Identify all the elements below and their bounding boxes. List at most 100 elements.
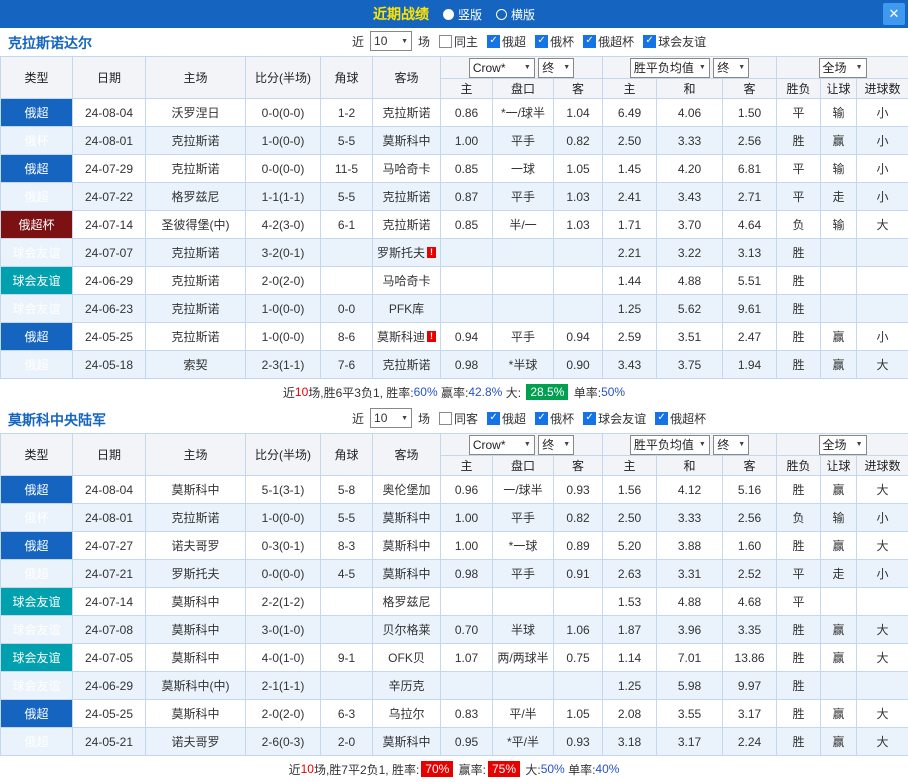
league-checkbox-3[interactable]: ✓ 俄超杯 bbox=[655, 410, 706, 427]
games-label: 场 bbox=[418, 410, 430, 427]
same-venue-checkbox[interactable]: 同主 bbox=[439, 33, 478, 50]
corner-score: 2-0 bbox=[321, 728, 373, 756]
scope-select[interactable]: 全场 ▼ bbox=[819, 435, 867, 455]
col-handicap: 盘口 bbox=[493, 456, 554, 476]
match-score: 1-0(0-0) bbox=[246, 127, 321, 155]
corner-score bbox=[321, 239, 373, 267]
euro-away-odds: 2.24 bbox=[723, 728, 777, 756]
asia-home-odds: 0.85 bbox=[441, 211, 493, 239]
asia-away-odds bbox=[554, 672, 603, 700]
layout-radio-horizontal[interactable]: 横版 bbox=[496, 6, 535, 23]
handicap-result-cell: 输 bbox=[821, 155, 857, 183]
asia-away-odds: 0.93 bbox=[554, 728, 603, 756]
league-checkbox-0[interactable]: ✓ 俄超 bbox=[487, 410, 526, 427]
match-count-select[interactable]: 10 ▼ bbox=[370, 408, 412, 428]
same-venue-checkbox[interactable]: 同客 bbox=[439, 410, 478, 427]
odds-company-select[interactable]: Crow* ▼ bbox=[469, 435, 535, 455]
euro-home-odds: 1.53 bbox=[603, 588, 657, 616]
euro-home-odds: 2.21 bbox=[603, 239, 657, 267]
team-section-cska: 莫斯科中央陆军 近 10 ▼ 场 同客 ✓ 俄超 ✓ 俄杯 ✓ 球会友谊 bbox=[0, 405, 908, 782]
home-team: 莫斯科中(中) bbox=[146, 672, 246, 700]
goals-result-cell: 大 bbox=[857, 532, 908, 560]
away-team: 马哈奇卡 bbox=[373, 267, 441, 295]
asia-time-select[interactable]: 终 ▼ bbox=[538, 58, 574, 78]
result-cell: 平 bbox=[777, 183, 821, 211]
match-score: 1-1(1-1) bbox=[246, 183, 321, 211]
col-type: 类型 bbox=[1, 57, 73, 99]
match-date: 24-08-04 bbox=[73, 99, 146, 127]
col-score: 比分(半场) bbox=[246, 57, 321, 99]
match-count-select[interactable]: 10 ▼ bbox=[370, 31, 412, 51]
team-name: 克拉斯诺达尔 bbox=[8, 33, 92, 53]
goals-result-cell: 大 bbox=[857, 616, 908, 644]
result-header: 全场 ▼ bbox=[777, 57, 908, 79]
close-button[interactable]: ✕ bbox=[883, 3, 905, 25]
league-checkbox-0[interactable]: ✓ 俄超 bbox=[487, 33, 526, 50]
col-score: 比分(半场) bbox=[246, 434, 321, 476]
col-euro-away: 客 bbox=[723, 79, 777, 99]
euro-avg-select[interactable]: 胜平负均值 ▼ bbox=[630, 435, 710, 455]
asia-home-odds bbox=[441, 588, 493, 616]
league-checkbox-2[interactable]: ✓ 球会友谊 bbox=[583, 410, 646, 427]
league-type-badge: 俄超 bbox=[1, 351, 73, 379]
home-team: 克拉斯诺 bbox=[146, 323, 246, 351]
match-row: 俄超24-07-29克拉斯诺0-0(0-0)11-5马哈奇卡0.85一球1.05… bbox=[1, 155, 908, 183]
asia-home-odds: 0.83 bbox=[441, 700, 493, 728]
euro-away-odds: 5.16 bbox=[723, 476, 777, 504]
match-row: 球会友谊24-06-29克拉斯诺2-0(2-0)马哈奇卡1.444.885.51… bbox=[1, 267, 908, 295]
match-score: 5-1(3-1) bbox=[246, 476, 321, 504]
euro-time-select[interactable]: 终 ▼ bbox=[713, 58, 749, 78]
league-checkbox-2[interactable]: ✓ 俄超杯 bbox=[583, 33, 634, 50]
handicap-result-cell: 走 bbox=[821, 560, 857, 588]
euro-draw-odds: 3.31 bbox=[657, 560, 723, 588]
match-row: 球会友谊24-07-07克拉斯诺3-2(0-1)罗斯托夫!2.213.223.1… bbox=[1, 239, 908, 267]
match-row: 球会友谊24-07-05莫斯科中4-0(1-0)9-1OFK贝1.07两/两球半… bbox=[1, 644, 908, 672]
euro-draw-odds: 4.06 bbox=[657, 99, 723, 127]
asia-away-odds: 1.05 bbox=[554, 700, 603, 728]
away-team: 克拉斯诺 bbox=[373, 351, 441, 379]
goals-result-cell bbox=[857, 672, 908, 700]
record-summary: 近10场,胜7平2负1, 胜率:70% 赢率:75% 大:50% 单率:40% bbox=[0, 756, 908, 782]
league-checkbox-1[interactable]: ✓ 俄杯 bbox=[535, 410, 574, 427]
asia-handicap: 平手 bbox=[493, 323, 554, 351]
asia-time-select[interactable]: 终 ▼ bbox=[538, 435, 574, 455]
section-header: 莫斯科中央陆军 近 10 ▼ 场 同客 ✓ 俄超 ✓ 俄杯 ✓ 球会友谊 bbox=[0, 405, 908, 433]
match-row: 俄超24-08-04沃罗涅日0-0(0-0)1-2克拉斯诺0.86*一/球半1.… bbox=[1, 99, 908, 127]
col-corner: 角球 bbox=[321, 434, 373, 476]
asia-away-odds: 1.03 bbox=[554, 183, 603, 211]
league-checkbox-1[interactable]: ✓ 俄杯 bbox=[535, 33, 574, 50]
scope-select[interactable]: 全场 ▼ bbox=[819, 58, 867, 78]
asia-away-odds: 1.05 bbox=[554, 155, 603, 183]
goals-result-cell: 大 bbox=[857, 700, 908, 728]
asia-handicap: 两/两球半 bbox=[493, 644, 554, 672]
league-checkbox-3[interactable]: ✓ 球会友谊 bbox=[643, 33, 706, 50]
filter-bar: 近 10 ▼ 场 同客 ✓ 俄超 ✓ 俄杯 ✓ 球会友谊 bbox=[352, 408, 706, 428]
euro-away-odds: 1.50 bbox=[723, 99, 777, 127]
col-euro-away: 客 bbox=[723, 456, 777, 476]
result-cell: 胜 bbox=[777, 267, 821, 295]
odds-company-select[interactable]: Crow* ▼ bbox=[469, 58, 535, 78]
home-team: 格罗兹尼 bbox=[146, 183, 246, 211]
asia-home-odds: 0.85 bbox=[441, 155, 493, 183]
match-row: 球会友谊24-07-08莫斯科中3-0(1-0)贝尔格莱0.70半球1.061.… bbox=[1, 616, 908, 644]
asia-handicap bbox=[493, 239, 554, 267]
chevron-down-icon: ▼ bbox=[699, 64, 706, 71]
layout-radio-vertical[interactable]: 竖版 bbox=[443, 6, 482, 23]
league-type-badge: 球会友谊 bbox=[1, 239, 73, 267]
handicap-result-cell bbox=[821, 672, 857, 700]
section-header: 克拉斯诺达尔 近 10 ▼ 场 同主 ✓ 俄超 ✓ 俄杯 ✓ 俄超杯 bbox=[0, 28, 908, 56]
handicap-result-cell: 赢 bbox=[821, 700, 857, 728]
col-asia-away: 客 bbox=[554, 79, 603, 99]
match-row: 俄超24-05-21诺夫哥罗2-6(0-3)2-0莫斯科中0.95*平/半0.9… bbox=[1, 728, 908, 756]
corner-score: 1-2 bbox=[321, 99, 373, 127]
result-cell: 胜 bbox=[777, 644, 821, 672]
away-team: 贝尔格莱 bbox=[373, 616, 441, 644]
asia-away-odds bbox=[554, 239, 603, 267]
match-score: 2-3(1-1) bbox=[246, 351, 321, 379]
match-score: 0-0(0-0) bbox=[246, 99, 321, 127]
league-type-badge: 俄超 bbox=[1, 323, 73, 351]
results-tbody: 俄超24-08-04莫斯科中5-1(3-1)5-8奥伦堡加0.96一/球半0.9… bbox=[1, 476, 908, 756]
handicap-result-cell: 赢 bbox=[821, 644, 857, 672]
euro-avg-select[interactable]: 胜平负均值 ▼ bbox=[630, 58, 710, 78]
euro-time-select[interactable]: 终 ▼ bbox=[713, 435, 749, 455]
